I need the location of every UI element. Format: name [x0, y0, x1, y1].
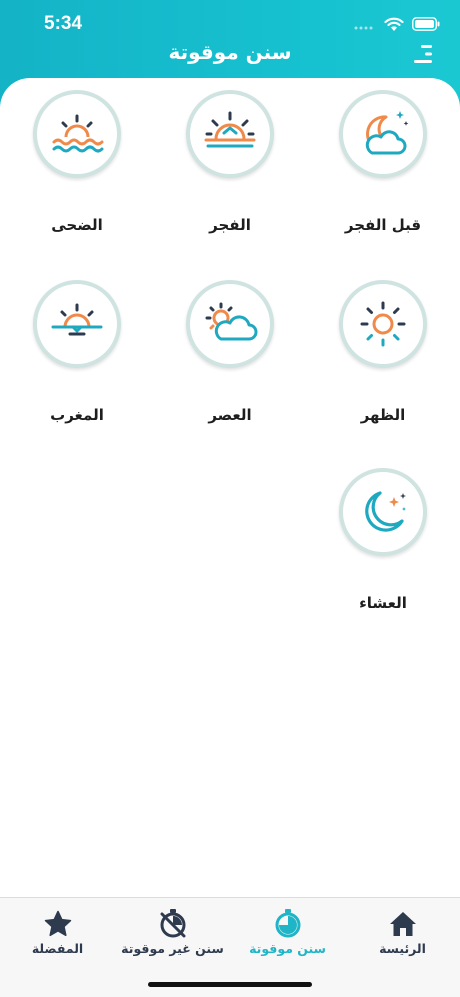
- tab-untimed-sunnahs[interactable]: سنن غير موقوتة: [115, 908, 230, 956]
- sun-icon: [360, 301, 406, 347]
- tile-label: الضحى: [51, 216, 103, 234]
- wifi-icon: [384, 17, 404, 31]
- menu-icon: [414, 45, 432, 63]
- tile-label: الفجر: [209, 216, 251, 234]
- tile-label: العشاء: [359, 594, 407, 612]
- status-icons: [354, 14, 440, 34]
- sun-over-waves-icon: [52, 114, 104, 153]
- tile-fajr[interactable]: الفجر: [180, 90, 280, 234]
- tile-duha[interactable]: الضحى: [27, 90, 127, 234]
- tab-home[interactable]: الرئيسة: [345, 908, 460, 956]
- tab-favorites[interactable]: المفضلة: [0, 908, 115, 956]
- tab-label: المفضلة: [31, 941, 84, 956]
- tile-dhuhr[interactable]: الظهر: [333, 280, 433, 424]
- tile-maghrib[interactable]: المغرب: [27, 280, 127, 424]
- signal-icon: [354, 26, 373, 30]
- status-time: 5:34: [44, 13, 83, 34]
- home-indicator: [148, 982, 312, 987]
- tile-isha[interactable]: العشاء: [333, 468, 433, 612]
- tile-label: قبل الفجر: [344, 216, 422, 234]
- sunset-icon: [51, 303, 103, 336]
- tile-asr[interactable]: العصر: [180, 280, 280, 424]
- tile-circle: [186, 90, 274, 178]
- tile-circle: [33, 280, 121, 368]
- moon-cloud-icon: [365, 111, 409, 155]
- tab-label: سنن غير موقوتة: [121, 941, 224, 956]
- untimed-clock-icon: [160, 909, 185, 938]
- tile-circle: [186, 280, 274, 368]
- tile-circle: [33, 90, 121, 178]
- tile-label: العصر: [208, 406, 252, 424]
- tile-circle: [339, 468, 427, 556]
- tile-circle: [339, 90, 427, 178]
- tile-circle: [339, 280, 427, 368]
- tab-timed-sunnahs[interactable]: سنن موقوتة: [230, 908, 345, 956]
- tile-label: الظهر: [360, 406, 406, 424]
- sunrise-icon: [204, 111, 256, 148]
- battery-icon: [412, 17, 440, 31]
- sun-behind-cloud-icon: [205, 302, 258, 341]
- tile-label: المغرب: [50, 406, 104, 424]
- home-icon: [389, 912, 416, 936]
- star-icon: [44, 910, 71, 937]
- tab-label: سنن موقوتة: [249, 941, 326, 956]
- menu-button[interactable]: [412, 44, 436, 64]
- tile-before-fajr[interactable]: قبل الفجر: [333, 90, 433, 234]
- timed-clock-icon: [275, 909, 300, 938]
- moon-stars-icon: [365, 491, 406, 532]
- tab-label: الرئيسة: [379, 941, 426, 956]
- page-title: سنن موقوتة: [168, 40, 292, 64]
